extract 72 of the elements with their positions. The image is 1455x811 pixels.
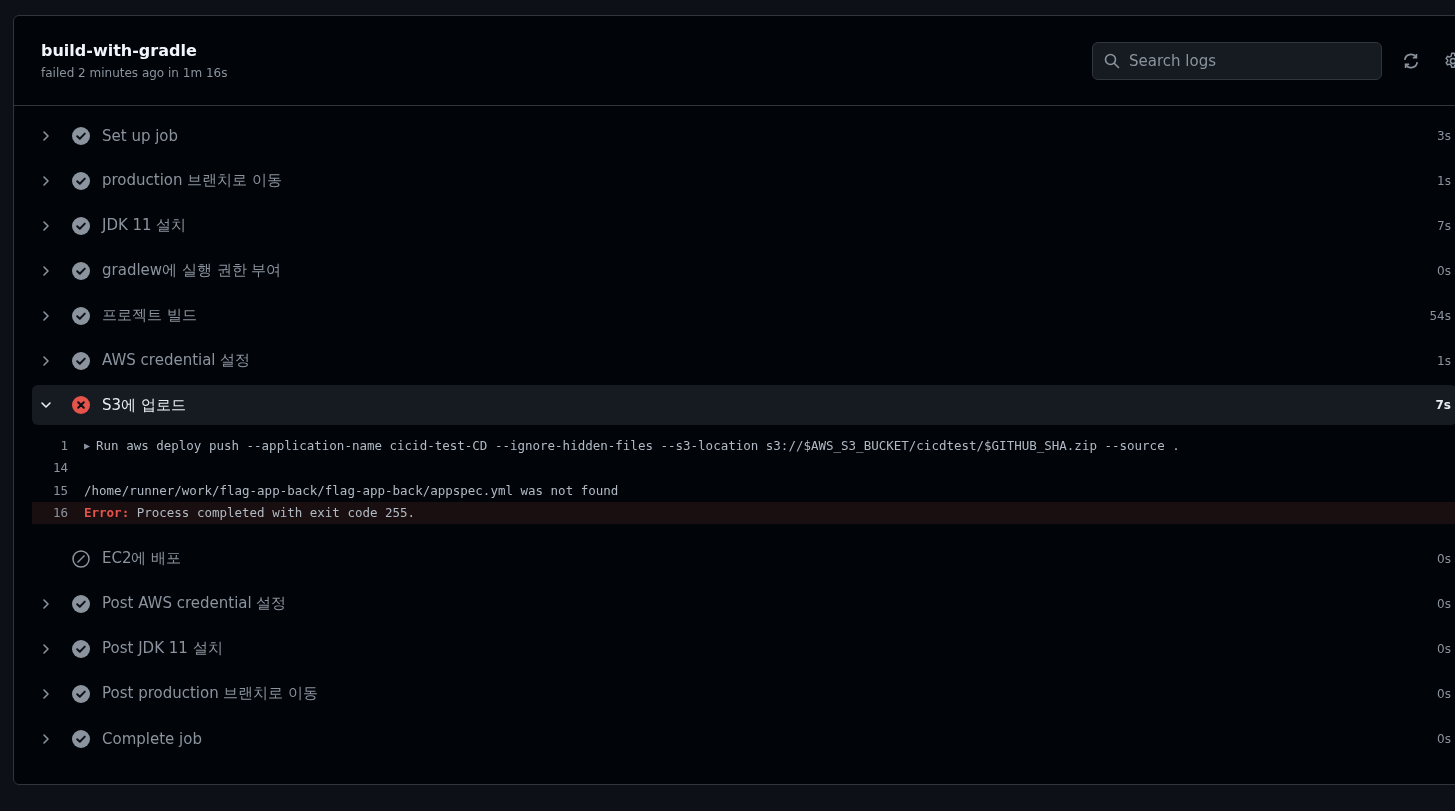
skipped-circle-icon xyxy=(72,549,90,568)
step-name: Post JDK 11 설치 xyxy=(102,639,224,658)
step-row[interactable]: AWS credential 설정 1s xyxy=(32,338,1455,383)
step-duration: 3s xyxy=(1437,128,1452,143)
chevron-right-icon xyxy=(40,597,52,610)
check-circle-icon xyxy=(72,306,90,325)
line-number: 1 xyxy=(59,437,68,453)
step-row[interactable]: Post JDK 11 설치 0s xyxy=(32,626,1455,671)
chevron-right-icon xyxy=(40,309,52,322)
check-circle-icon xyxy=(72,639,90,658)
step-duration: 0s xyxy=(1437,263,1452,278)
check-circle-icon xyxy=(72,729,90,748)
line-number: 14 xyxy=(51,460,68,476)
step-name: JDK 11 설치 xyxy=(102,216,188,235)
refresh-icon xyxy=(1402,51,1420,70)
x-circle-icon xyxy=(72,396,90,414)
step-name: Set up job xyxy=(102,126,180,145)
line-number: 15 xyxy=(51,482,68,498)
step-row[interactable]: Post production 브랜치로 이동 0s xyxy=(32,671,1455,716)
search-icon xyxy=(1104,52,1120,69)
step-row[interactable]: Post AWS credential 설정 0s xyxy=(32,581,1455,626)
step-row[interactable]: Complete job 0s xyxy=(32,716,1455,761)
expand-toggle[interactable]: ▶ xyxy=(84,439,91,451)
log-text: Error: Process completed with exit code 255. xyxy=(84,505,416,521)
chevron-right-icon xyxy=(40,732,52,745)
step-duration: 0s xyxy=(1437,686,1452,701)
step-name: Post production 브랜치로 이동 xyxy=(102,684,320,703)
step-duration: 7s xyxy=(1435,398,1452,412)
chevron-right-icon xyxy=(40,642,52,655)
chevron-right-icon xyxy=(40,219,52,232)
check-circle-icon xyxy=(72,126,90,145)
check-circle-icon xyxy=(72,351,90,370)
step-duration: 1s xyxy=(1437,173,1452,188)
chevron-right-icon xyxy=(40,354,52,367)
chevron-right-icon xyxy=(40,129,52,142)
chevron-down-icon xyxy=(40,399,52,411)
check-circle-icon xyxy=(72,684,90,703)
log-text: Run aws deploy push --application-name cicid-test-CD --ignore-hidden-files --s3-location s3://$AWS_S3_BUCKET/cicdtest/$GITHUB_SHA.zip --source . xyxy=(96,437,1180,453)
step-duration: 1s xyxy=(1437,353,1452,368)
step-row[interactable]: EC2에 배포 0s xyxy=(32,536,1455,581)
step-duration: 0s xyxy=(1437,596,1452,611)
chevron-right-icon xyxy=(40,687,52,700)
chevron-right-icon xyxy=(40,264,52,277)
check-circle-icon xyxy=(72,261,90,280)
step-name: EC2에 배포 xyxy=(102,549,183,568)
step-row[interactable]: gradlew에 실행 권한 부여 0s xyxy=(32,248,1455,293)
step-name: 프로젝트 빌드 xyxy=(102,306,198,325)
step-row[interactable]: JDK 11 설치 7s xyxy=(32,203,1455,248)
line-number: 16 xyxy=(51,505,68,521)
step-row[interactable]: 프로젝트 빌드 54s xyxy=(32,293,1455,338)
step-duration: 0s xyxy=(1437,641,1452,656)
chevron-right-icon xyxy=(40,174,52,187)
step-row[interactable]: Set up job 3s xyxy=(32,113,1455,158)
check-circle-icon xyxy=(72,171,90,190)
job-status-text: failed 2 minutes ago in 1m 16s xyxy=(41,66,228,80)
step-name: S3에 업로드 xyxy=(102,395,187,415)
step-name: AWS credential 설정 xyxy=(102,351,252,370)
job-title: build-with-gradle xyxy=(41,41,198,60)
check-circle-icon xyxy=(72,216,90,235)
step-name: production 브랜치로 이동 xyxy=(102,171,284,190)
step-duration: 0s xyxy=(1437,551,1452,566)
step-duration: 7s xyxy=(1437,218,1452,233)
step-name: Complete job xyxy=(102,729,203,748)
search-field[interactable]: Search logs xyxy=(1092,41,1382,80)
step-name: gradlew에 실행 권한 부여 xyxy=(102,261,283,280)
step-row[interactable]: production 브랜치로 이동 1s xyxy=(32,158,1455,203)
step-duration: 54s xyxy=(1429,308,1452,323)
step-row[interactable]: S3에 업로드 7s xyxy=(32,385,1455,425)
step-name: Post AWS credential 설정 xyxy=(102,594,288,613)
step-duration: 0s xyxy=(1437,731,1452,746)
check-circle-icon xyxy=(72,594,90,613)
log-text: /home/runner/work/flag-app-back/flag-app-back/appspec.yml was not found xyxy=(84,482,619,498)
